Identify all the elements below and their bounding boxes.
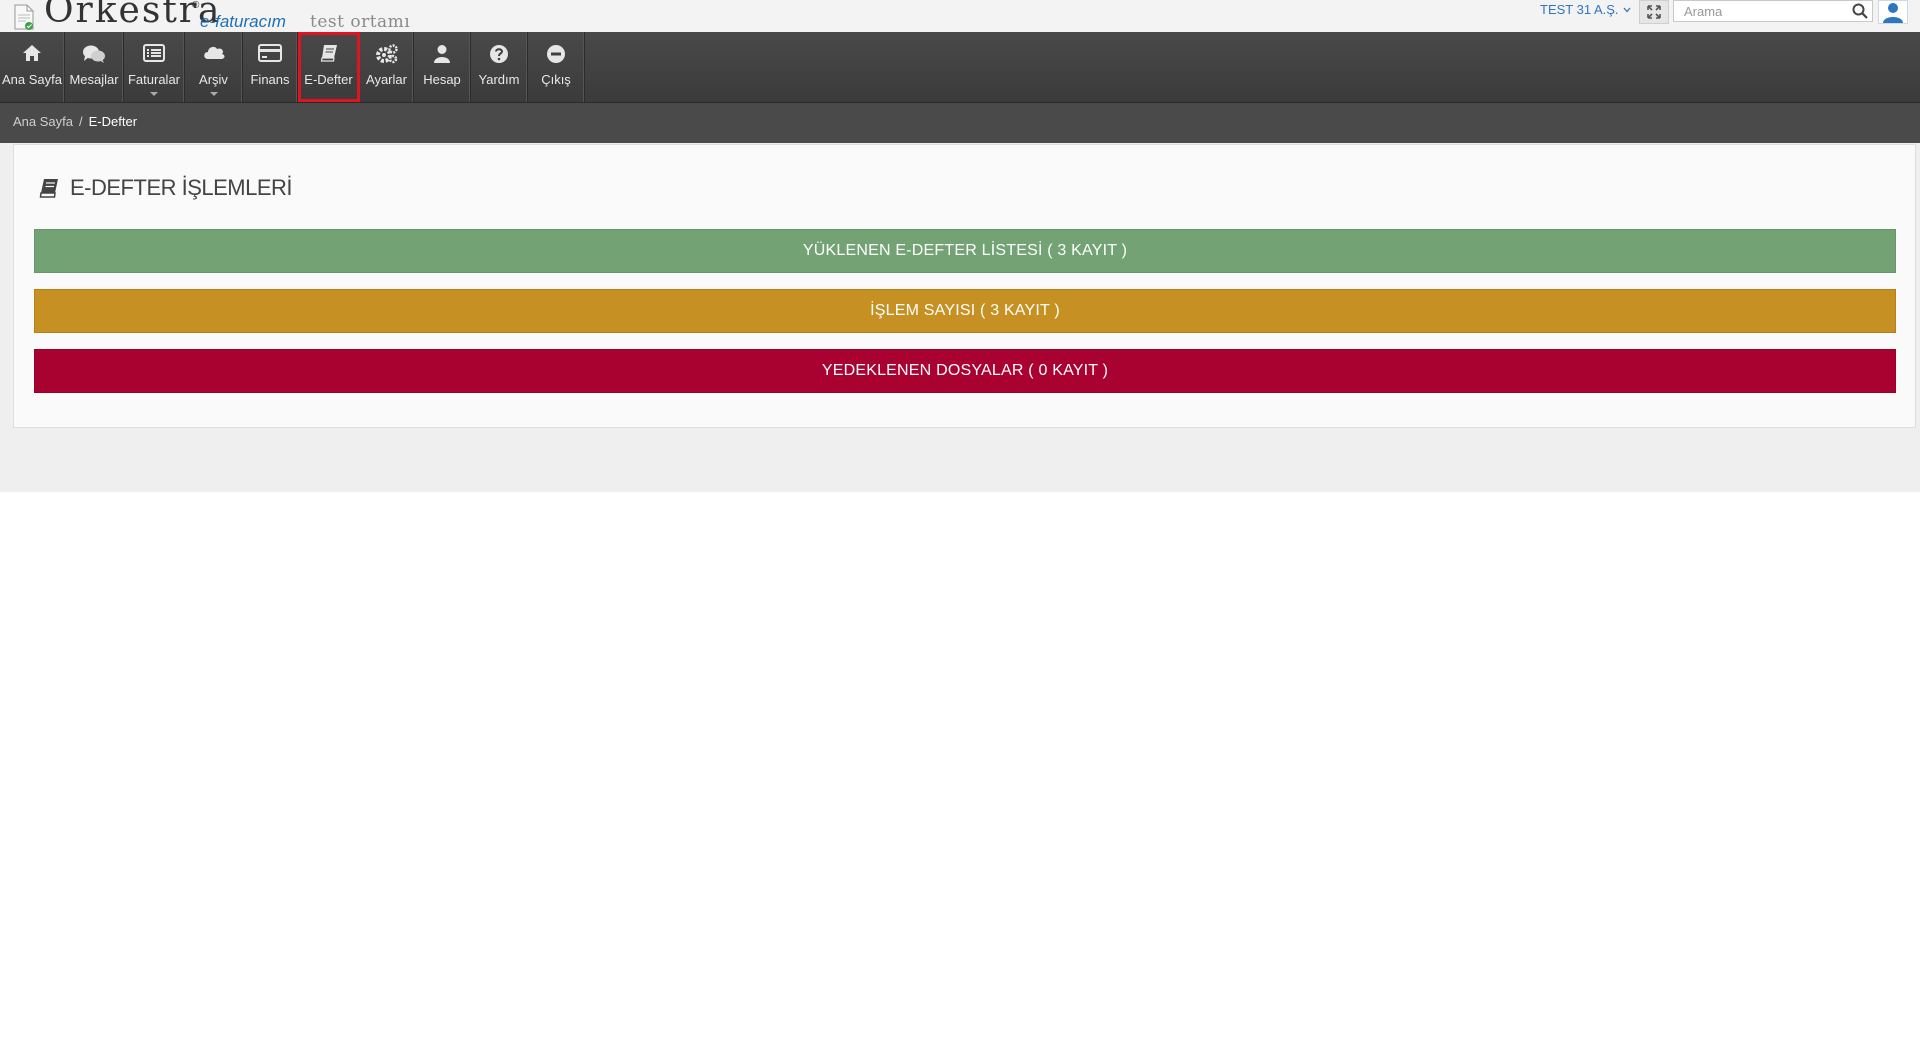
question-icon	[490, 45, 508, 63]
top-bar: Orkestra ® e-faturacım test ortamı TEST …	[0, 0, 1920, 32]
nav-item-arsiv[interactable]: Arşiv	[185, 32, 243, 102]
transaction-count-button[interactable]: İŞLEM SAYISI ( 3 KAYIT )	[34, 289, 1896, 333]
uploaded-ledger-list-button[interactable]: YÜKLENEN E-DEFTER LİSTESİ ( 3 KAYIT )	[34, 229, 1896, 273]
nav-item-e-defter[interactable]: E-Defter	[298, 32, 360, 102]
nav-item-hesap[interactable]: Hesap	[414, 32, 471, 102]
nav-label: Çıkış	[541, 72, 571, 87]
nav-label: Finans	[250, 72, 290, 87]
company-selector[interactable]: TEST 31 A.Ş.	[1540, 2, 1631, 17]
user-icon	[1883, 3, 1903, 23]
page-title: E-DEFTER İŞLEMLERİ	[38, 175, 293, 201]
nav-item-faturalar[interactable]: Faturalar	[124, 32, 185, 102]
nav-item-yardim[interactable]: Yardım	[471, 32, 528, 102]
caret-down-icon	[209, 92, 218, 96]
bar-label: YEDEKLENEN DOSYALAR ( 0 KAYIT )	[821, 362, 1109, 379]
nav-label: Hesap	[423, 72, 461, 87]
app-shell: Orkestra ® e-faturacım test ortamı TEST …	[0, 0, 1920, 492]
book-icon	[320, 45, 337, 62]
breadcrumb-bar: Ana Sayfa / E-Defter	[0, 103, 1920, 143]
nav-label: Mesajlar	[69, 72, 119, 87]
nav-label: Yardım	[478, 72, 520, 87]
bar-label: İŞLEM SAYISI ( 3 KAYIT )	[870, 302, 1060, 319]
credit-card-icon	[258, 44, 282, 62]
caret-down-icon	[150, 92, 158, 96]
page-title-text: E-DEFTER İŞLEMLERİ	[70, 175, 293, 200]
document-icon	[14, 4, 34, 30]
e-defter-panel: E-DEFTER İŞLEMLERİ YÜKLENEN E-DEFTER LİS…	[13, 144, 1916, 428]
main-nav: Ana Sayfa Mesajlar Faturalar Arşiv Finan…	[0, 32, 1920, 103]
nav-label: Faturalar	[127, 72, 181, 87]
chevron-down-icon	[1623, 7, 1631, 12]
backed-up-files-button[interactable]: YEDEKLENEN DOSYALAR ( 0 KAYIT )	[34, 349, 1896, 393]
gears-icon	[375, 44, 398, 64]
registered-mark: ®	[192, 0, 200, 11]
home-icon	[23, 45, 41, 61]
nav-label: E-Defter	[304, 72, 353, 87]
nav-item-cikis[interactable]: Çıkış	[528, 32, 585, 102]
user-avatar[interactable]	[1878, 0, 1908, 24]
fullscreen-button[interactable]	[1639, 0, 1669, 24]
search-icon[interactable]	[1852, 3, 1868, 19]
book-icon	[39, 179, 58, 198]
fullscreen-icon	[1647, 5, 1661, 19]
chat-icon	[83, 45, 105, 63]
nav-item-mesajlar[interactable]: Mesajlar	[65, 32, 124, 102]
search-input[interactable]	[1674, 1, 1864, 21]
nav-item-ayarlar[interactable]: Ayarlar	[360, 32, 414, 102]
nav-label: Arşiv	[199, 72, 228, 87]
list-icon	[143, 44, 165, 62]
environment-label: test ortamı	[310, 12, 411, 32]
nav-item-finans[interactable]: Finans	[243, 32, 298, 102]
nav-label: Ayarlar	[366, 72, 407, 87]
breadcrumb-home-link[interactable]: Ana Sayfa	[13, 114, 73, 129]
nav-label: Ana Sayfa	[2, 72, 62, 87]
search-box	[1673, 0, 1873, 22]
cloud-icon	[203, 46, 225, 59]
breadcrumb-separator: /	[79, 114, 83, 129]
breadcrumb: Ana Sayfa / E-Defter	[13, 114, 137, 129]
brand-product: e-faturacım	[200, 12, 286, 31]
minus-circle-icon	[547, 45, 565, 63]
nav-item-ana-sayfa[interactable]: Ana Sayfa	[0, 32, 65, 102]
breadcrumb-current: E-Defter	[88, 114, 138, 129]
company-name: TEST 31 A.Ş.	[1540, 2, 1619, 17]
bar-label: YÜKLENEN E-DEFTER LİSTESİ ( 3 KAYIT )	[802, 242, 1128, 259]
user-icon	[434, 45, 450, 63]
